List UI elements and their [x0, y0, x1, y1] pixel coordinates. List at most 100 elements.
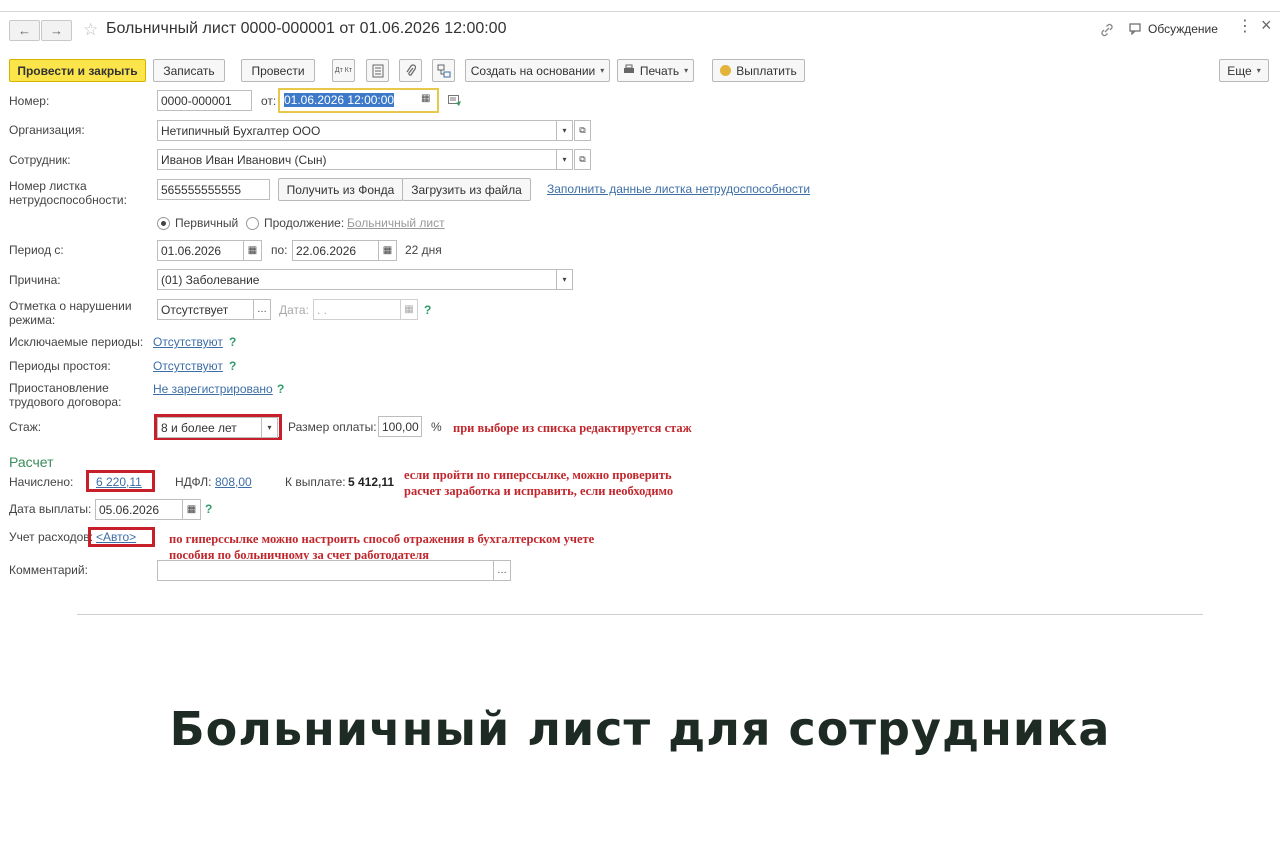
reason-label: Причина:	[9, 273, 61, 287]
top-border	[0, 11, 1280, 12]
excluded-periods-link[interactable]: Отсутствуют	[153, 335, 223, 349]
suspension-label: Приостановление трудового договора:	[9, 381, 122, 409]
reason-field[interactable]: (01) Заболевание	[157, 269, 557, 290]
calendar-icon[interactable]: ▦	[182, 499, 201, 520]
violation-date-label: Дата:	[279, 303, 309, 317]
reason-dropdown-icon[interactable]: ▾	[556, 269, 573, 290]
image-caption: Больничный лист для сотрудника	[169, 702, 1111, 756]
structure-button[interactable]	[432, 59, 455, 82]
expense-annotation: по гиперссылке можно настроить способ от…	[169, 532, 595, 562]
chevron-down-icon: ▾	[600, 66, 605, 75]
organization-dropdown-icon[interactable]: ▾	[556, 120, 573, 141]
more-button[interactable]: Еще ▾	[1219, 59, 1269, 82]
number-field[interactable]: 0000-000001	[157, 90, 252, 111]
comment-field[interactable]	[157, 560, 494, 581]
date-from-label: от:	[261, 94, 277, 108]
violation-field[interactable]: Отсутствует	[157, 299, 254, 320]
experience-field[interactable]: 8 и более лет	[157, 417, 262, 438]
organization-open-icon[interactable]: ⧉	[574, 120, 591, 141]
ndfl-label: НДФЛ:	[175, 475, 212, 489]
accrued-link[interactable]: 6 220,11	[96, 475, 142, 489]
to-pay-label: К выплате:	[285, 475, 346, 489]
fill-sheet-data-link[interactable]: Заполнить данные листка нетрудоспособнос…	[547, 182, 810, 196]
pay-date-field[interactable]: 05.06.2026	[95, 499, 183, 520]
period-to-field[interactable]: 22.06.2026	[292, 240, 379, 261]
coin-icon	[720, 65, 732, 76]
downtime-periods-link[interactable]: Отсутствуют	[153, 359, 223, 373]
paperclip-icon	[406, 63, 416, 76]
number-label: Номер:	[9, 94, 50, 108]
calendar-icon[interactable]: ▦	[243, 240, 262, 261]
more-options-icon[interactable]: ⋮	[1237, 19, 1253, 35]
get-from-fund-button[interactable]: Получить из Фонда	[278, 178, 403, 201]
calendar-icon[interactable]: ▦	[421, 93, 430, 104]
experience-dropdown-icon[interactable]: ▾	[261, 417, 278, 438]
arrow-left-icon: ←	[18, 23, 31, 38]
edit-green-icon[interactable]	[448, 95, 462, 107]
close-icon[interactable]: ×	[1261, 16, 1272, 34]
dt-kt-icon: Дт Кт	[334, 67, 353, 74]
forward-button[interactable]: →	[41, 20, 72, 41]
load-from-file-button[interactable]: Загрузить из файла	[402, 178, 531, 201]
violation-select-icon[interactable]: …	[253, 299, 271, 320]
continuation-sick-leave-link[interactable]: Больничный лист	[347, 216, 445, 230]
help-icon[interactable]: ?	[277, 382, 284, 396]
organization-field[interactable]: Нетипичный Бухгалтер ООО	[157, 120, 557, 141]
calendar-icon[interactable]: ▦	[378, 240, 397, 261]
accrued-label: Начислено:	[9, 475, 74, 489]
experience-label: Стаж:	[9, 420, 42, 434]
help-icon[interactable]: ?	[205, 502, 212, 516]
comment-label: Комментарий:	[9, 563, 88, 577]
create-based-on-button[interactable]: Создать на основании ▾	[465, 59, 610, 82]
help-icon[interactable]: ?	[229, 359, 236, 373]
employee-field[interactable]: Иванов Иван Иванович (Сын)	[157, 149, 557, 170]
payment-size-label: Размер оплаты:	[288, 420, 377, 434]
chevron-down-icon: ▾	[1256, 66, 1261, 75]
document-date-field[interactable]: 01.06.2026 12:00:00	[278, 88, 439, 113]
employee-open-icon[interactable]: ⧉	[574, 149, 591, 170]
period-to-label: по:	[271, 243, 288, 257]
post-and-close-button[interactable]: Провести и закрыть	[9, 59, 146, 82]
period-days-value: 22 дня	[405, 243, 442, 257]
discussion-button[interactable]: Обсуждение	[1148, 22, 1218, 36]
to-pay-value: 5 412,11	[348, 475, 395, 489]
page-title: Больничный лист 0000-000001 от 01.06.202…	[106, 20, 507, 37]
employee-dropdown-icon[interactable]: ▾	[556, 149, 573, 170]
excluded-periods-label: Исключаемые периоды:	[9, 335, 144, 349]
suspension-link[interactable]: Не зарегистрировано	[153, 382, 273, 396]
payment-size-field[interactable]: 100,00	[378, 416, 422, 437]
printer-icon	[623, 64, 635, 78]
violation-label: Отметка о нарушении режима:	[9, 299, 132, 327]
post-button[interactable]: Провести	[241, 59, 315, 82]
print-button[interactable]: Печать ▾	[617, 59, 694, 82]
sheet-number-label: Номер листка нетрудоспособности:	[9, 179, 127, 207]
pay-button[interactable]: Выплатить	[712, 59, 805, 82]
violation-date-field[interactable]: . .	[313, 299, 401, 320]
employee-label: Сотрудник:	[9, 153, 71, 167]
expense-accounting-link[interactable]: <Авто>	[96, 530, 136, 544]
primary-radio-label: Первичный	[175, 216, 239, 230]
period-from-field[interactable]: 01.06.2026	[157, 240, 244, 261]
help-icon[interactable]: ?	[424, 303, 431, 317]
period-from-label: Период с:	[9, 243, 64, 257]
link-icon[interactable]	[1099, 22, 1115, 38]
downtime-periods-label: Периоды простоя:	[9, 359, 111, 373]
ndfl-link[interactable]: 808,00	[215, 475, 252, 489]
dt-kt-button[interactable]: Дт Кт	[332, 59, 355, 82]
help-icon[interactable]: ?	[229, 335, 236, 349]
calendar-icon[interactable]: ▦	[400, 299, 418, 320]
primary-radio[interactable]	[157, 217, 170, 230]
attach-button[interactable]	[399, 59, 422, 82]
structure-icon	[437, 64, 450, 77]
comment-expand-icon[interactable]: …	[493, 560, 511, 581]
favorite-star-icon[interactable]: ☆	[83, 20, 98, 40]
organization-label: Организация:	[9, 123, 85, 137]
chevron-down-icon: ▾	[684, 66, 689, 75]
document-icon	[372, 64, 383, 77]
report-button[interactable]	[366, 59, 389, 82]
continuation-radio[interactable]	[246, 217, 259, 230]
save-button[interactable]: Записать	[153, 59, 225, 82]
sheet-number-field[interactable]: 565555555555	[157, 179, 270, 200]
back-button[interactable]: ←	[9, 20, 40, 41]
percent-sign: %	[431, 420, 442, 434]
